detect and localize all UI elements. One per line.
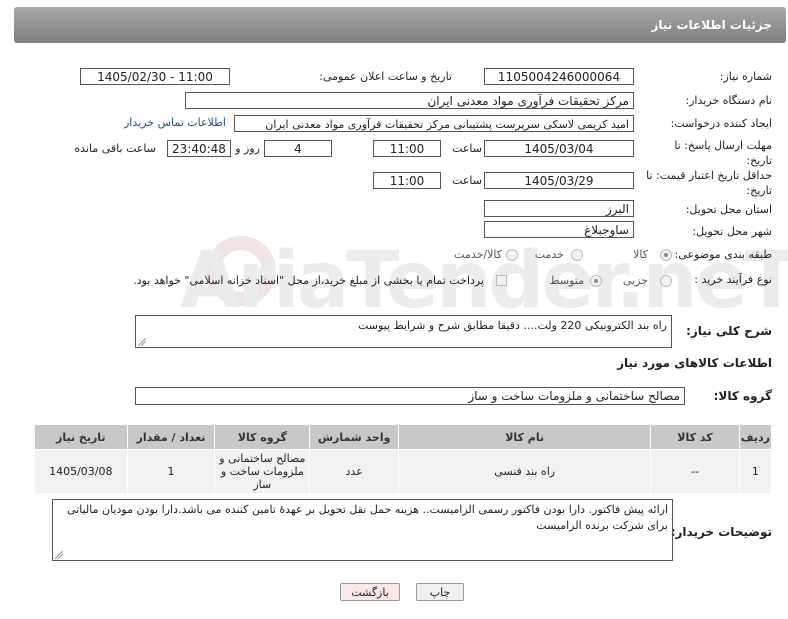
reply-time-field[interactable]: 11:00: [373, 140, 441, 157]
col-header-unit: واحد شمارش: [309, 424, 400, 450]
buyer-notes-textarea[interactable]: ارائه پیش فاکتور. دارا بودن فاکتور رسمی …: [52, 499, 673, 561]
buyer-org-label: نام دستگاه خریدار:: [685, 94, 772, 107]
goods-group-field[interactable]: مصالح ساختمانی و ملزومات ساخت و ساز: [135, 387, 685, 405]
category-radio-goods-service[interactable]: [506, 249, 518, 261]
city-label: شهر محل تحویل:: [692, 225, 772, 238]
price-date-field[interactable]: 1405/03/29: [484, 172, 634, 189]
col-header-row-number: ردیف: [738, 424, 773, 450]
cell-need-date: 1405/03/08: [34, 449, 128, 494]
hours-remaining-label: ساعت باقی مانده: [74, 142, 156, 155]
col-header-item-group: گروه کالا: [214, 424, 311, 450]
need-number-label: شماره نیاز:: [719, 70, 772, 83]
resize-handle-icon[interactable]: [138, 338, 146, 346]
category-option-service: خدمت: [534, 248, 564, 261]
goods-table: ردیف کد کالا نام کالا واحد شمارش گروه کا…: [34, 424, 773, 494]
col-header-item-name: نام کالا: [398, 424, 652, 450]
cell-item-group: مصالح ساختمانی و ملزومات ساخت و ساز: [214, 449, 311, 494]
treasury-payment-checkbox[interactable]: [496, 275, 507, 286]
description-textarea[interactable]: راه بند الکترونیکی 220 ولت.... دقیقا مطا…: [135, 315, 672, 348]
treasury-payment-note: پرداخت تمام یا بخشی از مبلغ خرید،از محل …: [133, 274, 484, 287]
buyer-notes-label: توضیحات خریدار:: [670, 525, 772, 539]
category-radio-service[interactable]: [571, 249, 583, 261]
city-field[interactable]: ساوجبلاغ: [484, 221, 634, 238]
page-title: جزئیات اطلاعات نیاز: [651, 18, 772, 32]
category-option-goods: کالا: [633, 248, 648, 261]
cell-item-name: راه بند فنسی: [398, 449, 652, 494]
requester-label: ایجاد کننده درخواست:: [670, 117, 772, 130]
price-time-field[interactable]: 11:00: [373, 172, 441, 189]
hours-remaining-field[interactable]: 23:40:48: [167, 140, 231, 157]
price-deadline-label: حداقل تاریخ اعتبار قیمت: تا تاریخ:: [646, 169, 772, 197]
buyer-notes-text: ارائه پیش فاکتور. دارا بودن فاکتور رسمی …: [67, 503, 668, 532]
cell-item-code: --: [650, 449, 740, 494]
col-header-item-code: کد کالا: [650, 424, 740, 450]
back-button[interactable]: بازگشت: [340, 583, 400, 601]
reply-date-field[interactable]: 1405/03/04: [484, 140, 634, 157]
reply-time-label: ساعت: [452, 142, 482, 155]
announce-field[interactable]: 1405/02/30 - 11:00: [80, 68, 230, 85]
province-field[interactable]: البرز: [484, 200, 634, 217]
category-radio-goods[interactable]: [660, 249, 672, 261]
watermark-logo-icon: [206, 236, 276, 306]
reply-deadline-label: مهلت ارسال پاسخ: تا تاریخ:: [674, 139, 772, 167]
table-header-row: ردیف کد کالا نام کالا واحد شمارش گروه کا…: [34, 424, 773, 450]
process-option-medium: متوسط: [549, 274, 584, 287]
announce-label: تاریخ و ساعت اعلان عمومی:: [319, 70, 452, 83]
col-header-need-date: تاریخ نیاز: [34, 424, 128, 450]
goods-section-title: اطلاعات کالاهای مورد نیاز: [617, 356, 772, 370]
table-row: 1 -- راه بند فنسی عدد مصالح ساختمانی و م…: [34, 449, 773, 494]
process-radio-medium[interactable]: [590, 275, 602, 287]
buyer-org-field[interactable]: مرکز تحقیقات فرآوری مواد معدنی ایران: [185, 92, 634, 109]
cell-unit: عدد: [309, 449, 400, 494]
process-option-minor: جزیی: [622, 274, 648, 287]
need-number-field[interactable]: 1105004246000064: [484, 68, 634, 85]
page-header: جزئیات اطلاعات نیاز: [14, 7, 786, 43]
category-option-goods-service: کالا/خدمت: [454, 248, 502, 261]
cell-quantity: 1: [126, 449, 216, 494]
days-label: روز و: [235, 142, 260, 155]
col-header-quantity: تعداد / مقدار: [126, 424, 216, 450]
description-label: شرح کلی نیاز:: [686, 324, 772, 338]
resize-handle-icon[interactable]: [55, 551, 63, 559]
days-remaining-field[interactable]: 4: [264, 140, 332, 157]
contact-info-link[interactable]: اطلاعات تماس خریدار: [124, 116, 226, 129]
cell-row-number: 1: [738, 449, 773, 494]
province-label: استان محل تحویل:: [685, 203, 772, 216]
requester-field[interactable]: امید کریمی لاسکی سرپرست پشتیبانی مرکز تح…: [234, 115, 634, 132]
description-text: راه بند الکترونیکی 220 ولت.... دقیقا مطا…: [357, 319, 667, 332]
price-time-label: ساعت: [452, 174, 482, 187]
goods-group-label: گروه کالا:: [713, 389, 772, 403]
category-label: طبقه بندی موضوعی:: [674, 248, 772, 261]
print-button[interactable]: چاپ: [416, 583, 464, 601]
process-radio-minor[interactable]: [660, 275, 672, 287]
process-label: نوع فرآیند خرید :: [694, 273, 772, 286]
